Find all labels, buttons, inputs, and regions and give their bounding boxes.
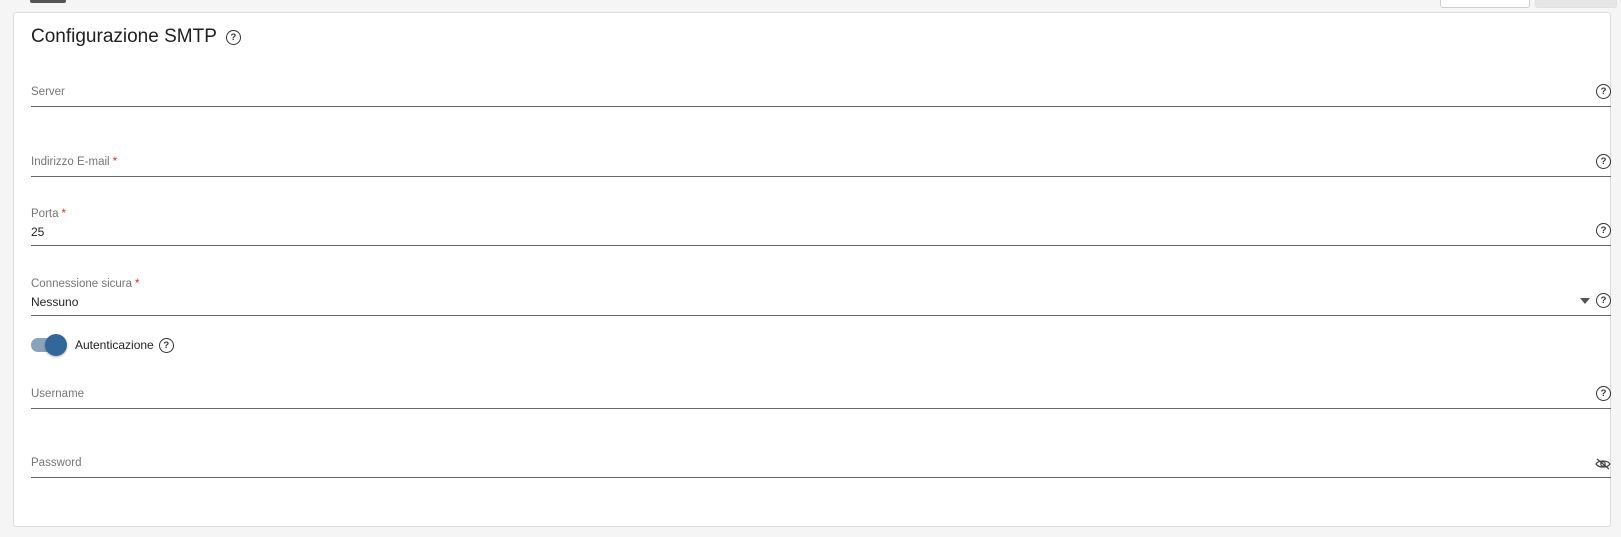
password-label: Password — [31, 457, 82, 469]
help-icon[interactable]: ? — [1596, 386, 1611, 401]
port-label: Porta * — [31, 208, 66, 220]
page-heading-fragment — [30, 0, 66, 3]
authentication-label: Autenticazione — [75, 338, 154, 352]
port-value[interactable]: 25 — [31, 225, 44, 239]
secondary-action-button[interactable] — [1440, 0, 1530, 8]
smtp-config-card: Configurazione SMTP ? Server ? Indirizzo… — [13, 12, 1611, 527]
required-marker: * — [112, 156, 118, 168]
chevron-down-icon[interactable] — [1580, 297, 1590, 304]
required-marker: * — [135, 278, 140, 290]
secure-connection-label: Connessione sicura * — [31, 278, 140, 290]
username-label: Username — [31, 388, 85, 400]
secure-connection-select[interactable]: Connessione sicura * Nessuno ? — [31, 265, 1611, 316]
authentication-toggle[interactable] — [31, 334, 67, 356]
server-field[interactable]: Server ? — [31, 56, 1611, 107]
email-field[interactable]: Indirizzo E-mail * ? — [31, 126, 1611, 177]
email-label: Indirizzo E-mail * — [31, 156, 118, 168]
help-icon[interactable]: ? — [1596, 154, 1611, 169]
top-toolbar — [0, 0, 1621, 12]
eye-off-icon[interactable] — [1595, 458, 1611, 470]
authentication-toggle-row: Autenticazione ? — [31, 334, 174, 356]
password-field[interactable]: Password — [31, 427, 1611, 478]
secure-connection-value[interactable]: Nessuno — [31, 295, 78, 309]
server-label: Server — [31, 86, 65, 98]
help-icon[interactable]: ? — [1596, 84, 1611, 99]
section-title: Configurazione SMTP ? — [31, 26, 241, 48]
required-marker: * — [61, 208, 66, 220]
primary-action-button[interactable] — [1535, 0, 1617, 8]
help-icon[interactable]: ? — [1596, 293, 1611, 308]
help-icon[interactable]: ? — [158, 337, 174, 353]
port-field[interactable]: Porta * 25 ? — [31, 195, 1611, 246]
help-icon[interactable]: ? — [225, 29, 241, 45]
section-title-text: Configurazione SMTP — [31, 26, 217, 47]
help-icon[interactable]: ? — [1596, 223, 1611, 238]
username-field[interactable]: Username ? — [31, 358, 1611, 409]
